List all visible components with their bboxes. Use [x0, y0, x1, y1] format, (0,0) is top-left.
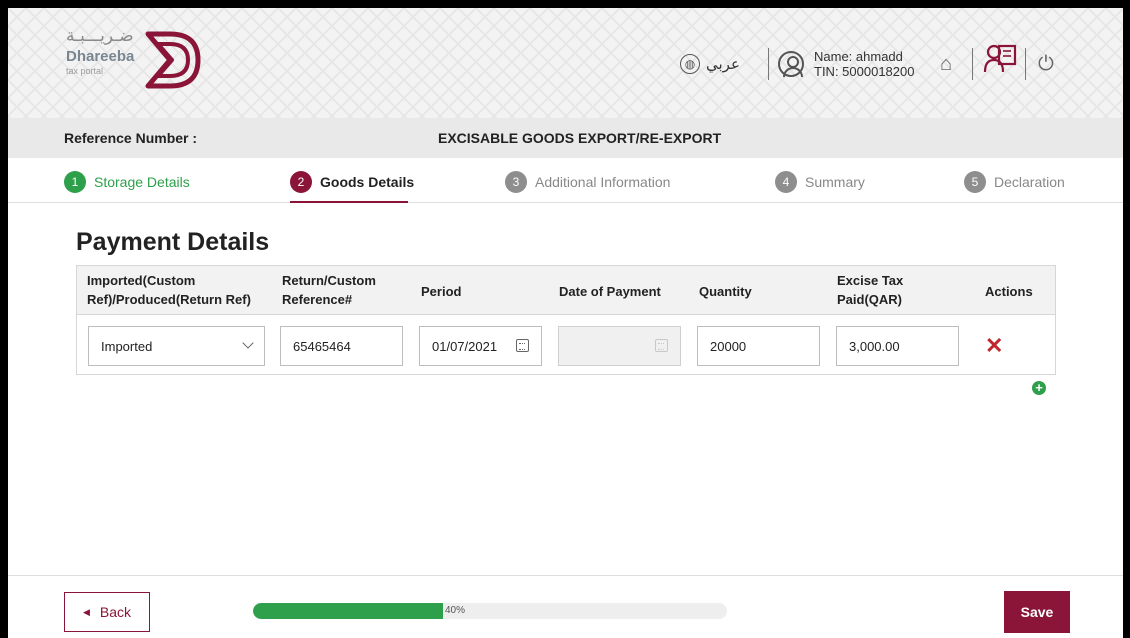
column-header: Date of Payment	[559, 284, 661, 299]
divider	[768, 48, 769, 80]
step-label: Summary	[805, 174, 865, 190]
tax-paid-value: 3,000.00	[849, 338, 900, 354]
language-label: عربي	[706, 55, 740, 73]
date-of-payment-input	[558, 326, 681, 366]
progress-fill	[253, 603, 443, 619]
step-number: 5	[964, 171, 986, 193]
footer-bar: ◀ Back 40% Save	[8, 575, 1123, 638]
step-number: 3	[505, 171, 527, 193]
power-icon: ⏻	[1038, 52, 1054, 75]
quantity-value: 20000	[710, 338, 747, 354]
column-header: Excise Tax Paid(QAR)	[837, 273, 904, 307]
import-type-select[interactable]: Imported	[88, 326, 265, 366]
step-declaration[interactable]: 5 Declaration	[964, 169, 1065, 195]
divider	[1025, 48, 1026, 80]
step-summary[interactable]: 4 Summary	[775, 169, 865, 195]
calendar-icon[interactable]	[516, 339, 529, 352]
section-title: Payment Details	[76, 228, 270, 256]
logo-mark-icon	[145, 31, 201, 89]
dhareeba-logo[interactable]: ضـريـــبـة Dhareeba tax portal	[52, 26, 212, 94]
column-header: Return/Custom Reference#	[282, 273, 376, 307]
add-row-icon[interactable]: +	[1032, 381, 1046, 395]
account-switch-button[interactable]	[983, 40, 1019, 80]
step-goods-details[interactable]: 2 Goods Details	[290, 169, 414, 195]
save-label: Save	[1020, 604, 1054, 620]
user-tin: TIN: 5000018200	[814, 64, 915, 79]
home-button[interactable]: ⌂	[940, 44, 952, 84]
step-number: 2	[290, 171, 312, 193]
calendar-icon	[655, 339, 668, 352]
logout-button[interactable]: ⏻	[1038, 44, 1054, 84]
home-icon: ⌂	[940, 52, 953, 75]
app-frame: ضـريـــبـة Dhareeba tax portal ◍ عربي Na…	[8, 8, 1123, 638]
step-label: Additional Information	[535, 174, 671, 190]
user-icon	[778, 51, 804, 77]
progress-text: 40%	[445, 605, 466, 616]
divider	[972, 48, 973, 80]
progress-bar	[253, 603, 727, 619]
active-step-underline	[290, 201, 408, 203]
user-info: Name: ahmadd TIN: 5000018200	[814, 49, 914, 79]
reference-bar: Reference Number : EXCISABLE GOODS EXPOR…	[8, 118, 1123, 158]
language-switch[interactable]: ◍ عربي	[680, 44, 740, 84]
column-header: Imported(Custom Ref)/Produced(Return Ref…	[87, 273, 251, 307]
quantity-input[interactable]: 20000	[697, 326, 820, 366]
import-type-value: Imported	[101, 338, 153, 354]
column-header: Period	[421, 284, 462, 299]
delete-row-icon[interactable]: ✕	[985, 335, 1003, 357]
period-value: 01/07/2021	[432, 338, 498, 354]
step-label: Goods Details	[320, 174, 415, 190]
back-arrow-icon: ◀	[82, 606, 90, 617]
back-button[interactable]: ◀ Back	[64, 592, 150, 632]
chevron-down-icon	[242, 337, 254, 349]
top-header: ضـريـــبـة Dhareeba tax portal ◍ عربي Na…	[8, 8, 1123, 118]
step-label: Storage Details	[94, 174, 190, 190]
logo-arabic-text: ضـريـــبـة	[66, 26, 134, 46]
logo-tagline: tax portal	[66, 66, 104, 76]
user-name: Name: ahmadd	[814, 49, 903, 64]
step-label: Declaration	[994, 174, 1065, 190]
tax-paid-input[interactable]: 3,000.00	[836, 326, 959, 366]
step-storage-details[interactable]: 1 Storage Details	[64, 169, 190, 195]
step-number: 1	[64, 171, 86, 193]
save-button[interactable]: Save	[1004, 591, 1070, 633]
user-profile[interactable]: Name: ahmadd TIN: 5000018200	[778, 44, 914, 84]
reference-input[interactable]: 65465464	[280, 326, 403, 366]
step-additional-information[interactable]: 3 Additional Information	[505, 169, 670, 195]
column-header: Quantity	[699, 284, 752, 299]
period-date-input[interactable]: 01/07/2021	[419, 326, 542, 366]
logo-name: Dhareeba	[66, 48, 135, 65]
form-title: EXCISABLE GOODS EXPORT/RE-EXPORT	[438, 130, 722, 146]
step-number: 4	[775, 171, 797, 193]
reference-value: 65465464	[293, 338, 351, 354]
wizard-steps: 1 Storage Details 2 Goods Details 3 Addi…	[8, 158, 1123, 203]
column-header: Actions	[985, 284, 1033, 299]
table-header: Imported(Custom Ref)/Produced(Return Ref…	[77, 266, 1055, 315]
back-label: Back	[99, 604, 132, 620]
reference-number-label: Reference Number :	[64, 130, 198, 146]
payment-table: Imported(Custom Ref)/Produced(Return Ref…	[76, 265, 1056, 375]
user-book-icon	[983, 44, 1017, 73]
globe-icon: ◍	[680, 54, 700, 74]
